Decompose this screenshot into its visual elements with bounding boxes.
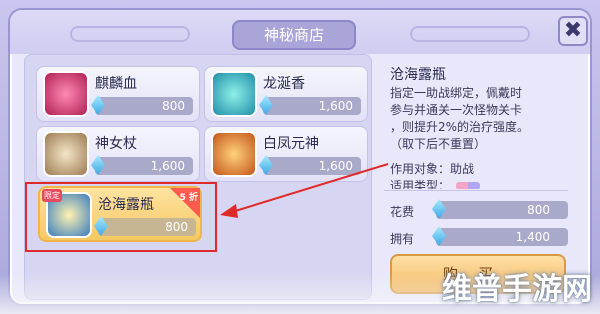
site-watermark: 维普手游网 [442,272,592,307]
